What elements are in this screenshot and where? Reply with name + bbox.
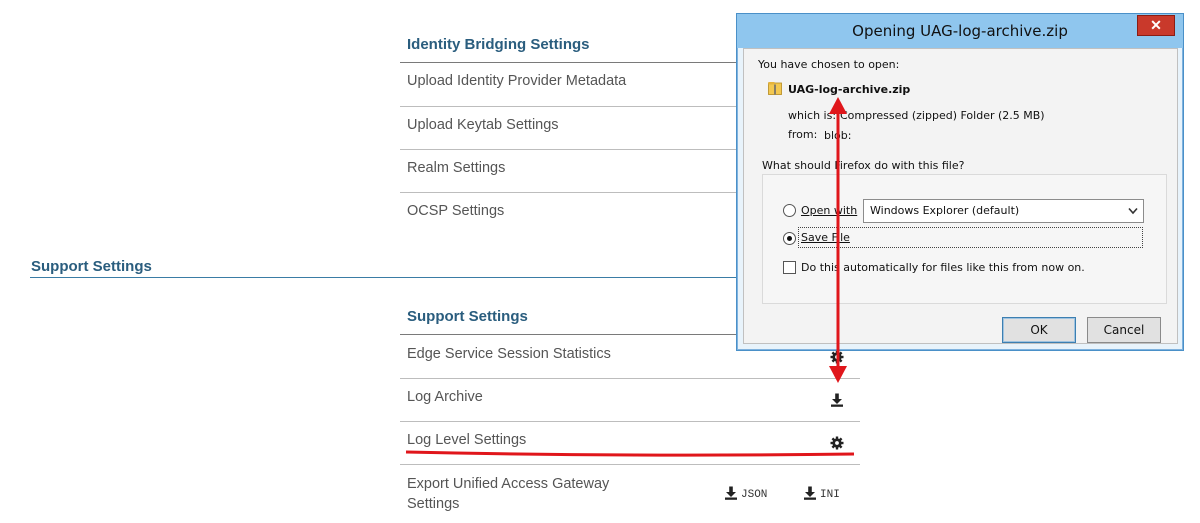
- action-group: Open with Windows Explorer (default) Sav…: [762, 174, 1167, 304]
- chevron-down-icon: [1128, 207, 1138, 215]
- dialog-body: You have chosen to open: UAG-log-archive…: [743, 48, 1178, 344]
- support-row-log-archive[interactable]: Log Archive: [407, 389, 483, 405]
- chosen-to-open-text: You have chosen to open:: [758, 58, 900, 71]
- zip-folder-icon: [768, 82, 782, 95]
- open-with-selected: Windows Explorer (default): [870, 204, 1020, 217]
- open-with-radio[interactable]: [783, 204, 796, 217]
- divider: [400, 421, 860, 422]
- identity-bridging-header: Identity Bridging Settings: [407, 36, 590, 53]
- identity-row-upload-idp-metadata[interactable]: Upload Identity Provider Metadata: [407, 73, 626, 89]
- cancel-button[interactable]: Cancel: [1087, 317, 1161, 343]
- support-settings-header: Support Settings: [407, 308, 528, 325]
- support-settings-section-title[interactable]: Support Settings: [31, 258, 152, 275]
- dialog-title: Opening UAG-log-archive.zip: [852, 22, 1068, 40]
- export-json-label: JSON: [741, 489, 768, 501]
- download-icon[interactable]: [830, 393, 844, 407]
- divider: [400, 62, 740, 63]
- identity-row-ocsp-settings[interactable]: OCSP Settings: [407, 203, 504, 219]
- save-file-radio[interactable]: [783, 232, 796, 245]
- section-underline: [30, 277, 740, 278]
- close-icon: ✕: [1150, 17, 1162, 33]
- close-button[interactable]: ✕: [1137, 15, 1175, 36]
- export-label-line1: Export Unified Access Gateway: [407, 476, 610, 492]
- divider: [400, 149, 740, 150]
- identity-row-realm-settings[interactable]: Realm Settings: [407, 160, 505, 176]
- annotation-arrow: [829, 97, 847, 383]
- support-row-edge-service-stats[interactable]: Edge Service Session Statistics: [407, 346, 611, 362]
- ok-button[interactable]: OK: [1002, 317, 1076, 343]
- divider: [400, 192, 740, 193]
- divider: [400, 106, 740, 107]
- identity-row-upload-keytab[interactable]: Upload Keytab Settings: [407, 117, 559, 133]
- question-text: What should Firefox do with this file?: [762, 159, 965, 172]
- annotation-underline: [405, 450, 855, 457]
- dialog-titlebar[interactable]: Opening UAG-log-archive.zip ✕: [737, 14, 1183, 48]
- open-file-dialog: Opening UAG-log-archive.zip ✕ You have c…: [736, 13, 1184, 351]
- from-label: from:: [788, 128, 818, 141]
- support-row-export-settings: Export Unified Access Gateway Settings: [407, 474, 609, 514]
- divider: [400, 464, 860, 465]
- download-icon: [725, 486, 737, 500]
- export-label-line2: Settings: [407, 496, 460, 512]
- download-icon: [804, 486, 816, 500]
- export-ini-label: INI: [820, 489, 840, 501]
- open-with-select[interactable]: Windows Explorer (default): [863, 199, 1144, 223]
- auto-checkbox[interactable]: [783, 261, 796, 274]
- file-type: Compressed (zipped) Folder (2.5 MB): [840, 109, 1045, 122]
- support-row-log-level-settings[interactable]: Log Level Settings: [407, 432, 526, 448]
- divider: [400, 378, 860, 379]
